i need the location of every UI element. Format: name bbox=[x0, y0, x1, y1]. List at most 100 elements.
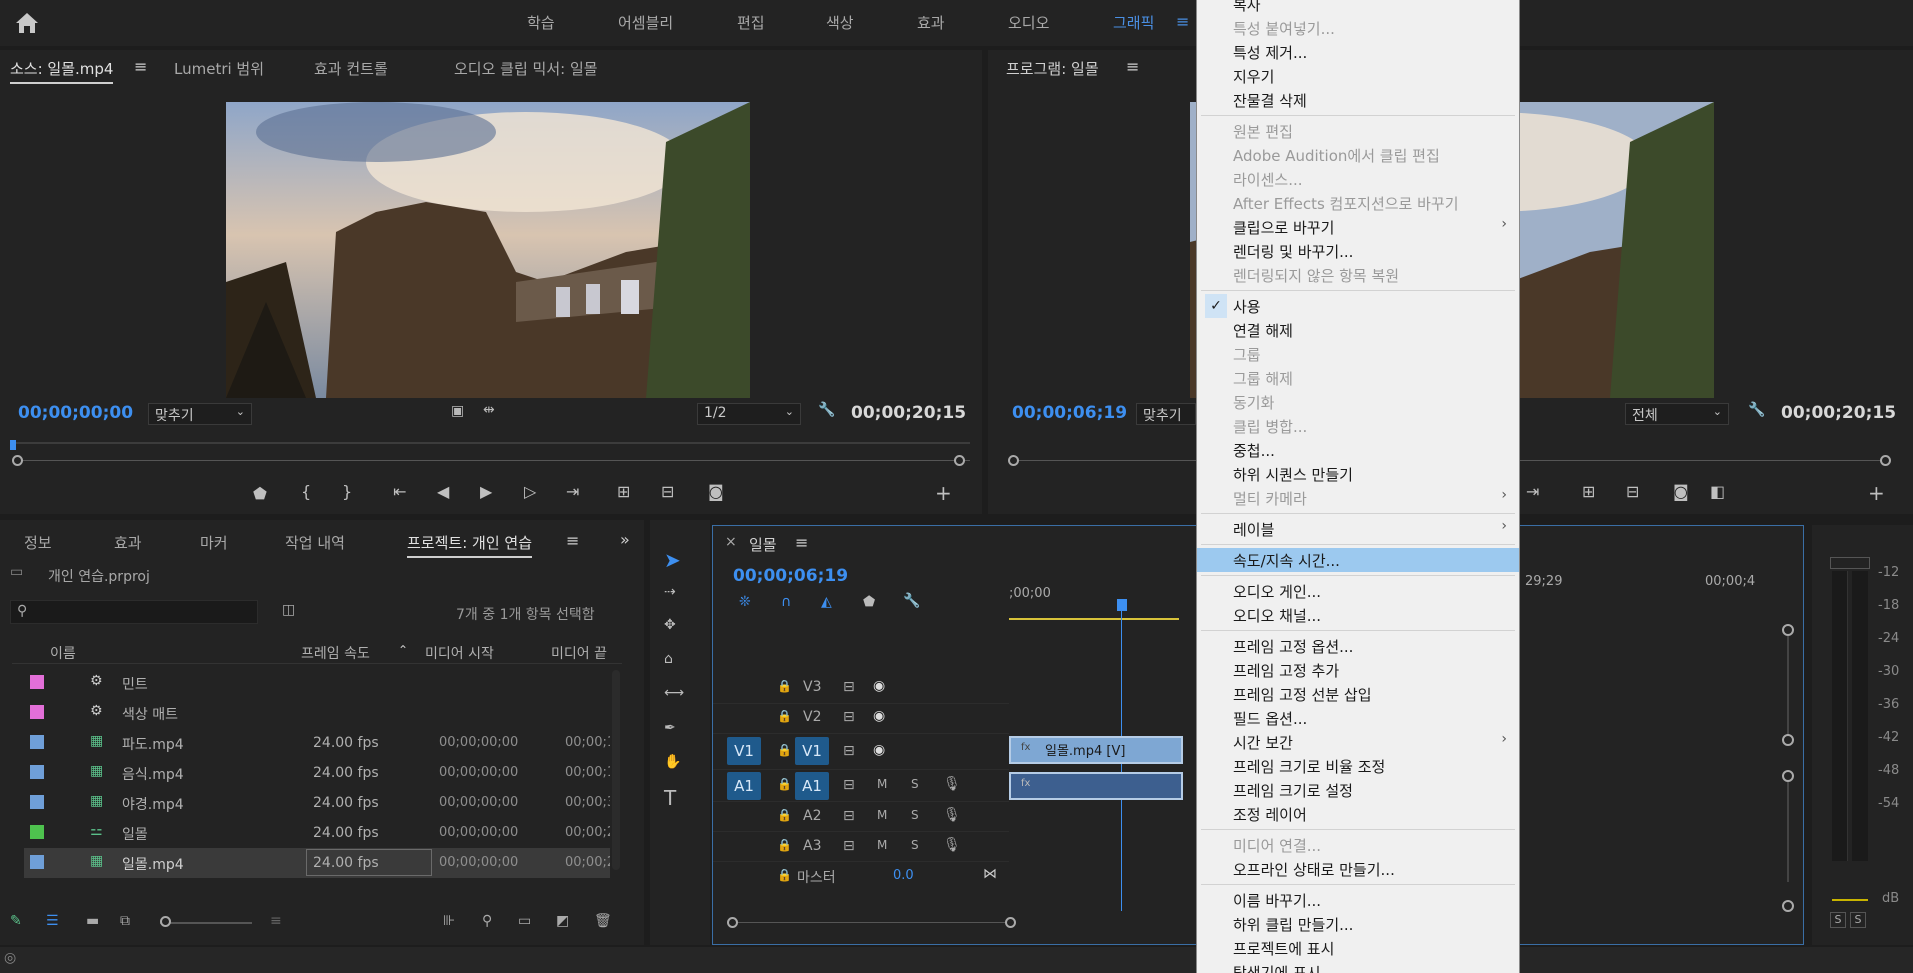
label-color-swatch[interactable] bbox=[30, 705, 44, 719]
lock-icon[interactable]: 🔒 bbox=[777, 808, 792, 822]
menu-item[interactable]: ✓ 사용 bbox=[1197, 294, 1519, 318]
source-fit-dropdown[interactable]: 맞추기 ⌄ bbox=[148, 403, 252, 425]
comparison-view-icon[interactable]: ◧ bbox=[1710, 482, 1725, 501]
eye-icon[interactable]: ◉ bbox=[873, 742, 885, 758]
list-item[interactable]: ▦ 음식.mp4 24.00 fps 00;00;00;00 00;00;15 bbox=[24, 758, 610, 788]
menu-item[interactable]: 프레임 고정 선분 삽입 bbox=[1197, 682, 1519, 706]
timeline-audio-clip[interactable]: fx bbox=[1009, 772, 1183, 800]
source-patch-v1[interactable]: V1 bbox=[727, 737, 761, 765]
mute-button[interactable]: M bbox=[877, 838, 887, 852]
program-timecode[interactable]: 00;00;06;19 bbox=[1012, 403, 1127, 423]
mute-button[interactable]: M bbox=[877, 808, 887, 822]
mark-in-icon[interactable]: { bbox=[301, 482, 311, 501]
source-patch-a1[interactable]: A1 bbox=[727, 772, 761, 800]
eye-icon[interactable]: ◉ bbox=[873, 708, 885, 724]
go-to-in-icon[interactable]: ⇤ bbox=[393, 482, 406, 501]
go-to-previous-edit-icon[interactable]: ⋈ bbox=[983, 866, 997, 882]
list-item[interactable]: ⚍ 일몰 24.00 fps 00;00;00;00 00;00;20 bbox=[24, 818, 610, 848]
workspace-menu-icon[interactable]: ≡ bbox=[1176, 12, 1189, 31]
drag-video-icon[interactable]: ⇹ bbox=[483, 402, 495, 418]
column-media-start[interactable]: 미디어 시작 bbox=[425, 643, 494, 663]
label-color-swatch[interactable] bbox=[30, 795, 44, 809]
menu-item[interactable]: 레이블 › bbox=[1197, 517, 1519, 541]
sync-lock-icon[interactable]: ⊟ bbox=[843, 743, 855, 759]
pencil-icon[interactable]: ✎ bbox=[10, 913, 22, 929]
linked-selection-icon[interactable]: ◭ bbox=[821, 594, 832, 610]
lock-icon[interactable]: 🔒 bbox=[777, 709, 792, 723]
menu-item[interactable]: 지우기 bbox=[1197, 64, 1519, 88]
workspace-tab-assembly[interactable]: 어셈블리 bbox=[618, 12, 673, 33]
label-color-swatch[interactable] bbox=[30, 825, 44, 839]
lock-icon[interactable]: 🔒 bbox=[777, 838, 792, 852]
master-volume-value[interactable]: 0.0 bbox=[893, 868, 914, 883]
panel-menu-icon[interactable]: ≡ bbox=[795, 533, 808, 552]
home-icon[interactable] bbox=[14, 11, 40, 35]
tab-history[interactable]: 작업 내역 bbox=[285, 532, 345, 553]
video-scroll-handle-top[interactable] bbox=[1782, 624, 1794, 636]
list-item[interactable]: ▦ 야경.mp4 24.00 fps 00;00;00;00 00;00;36 bbox=[24, 788, 610, 818]
add-marker-icon[interactable]: ⬟ bbox=[863, 594, 875, 610]
label-color-swatch[interactable] bbox=[30, 855, 44, 869]
mark-out-icon[interactable]: } bbox=[342, 482, 352, 501]
menu-item[interactable]: 복사 bbox=[1197, 0, 1519, 16]
column-media-end[interactable]: 미디어 끝 bbox=[551, 643, 607, 663]
menu-item[interactable]: 프레임 크기로 설정 bbox=[1197, 778, 1519, 802]
go-to-out-icon[interactable]: ⇥ bbox=[566, 482, 579, 501]
workspace-tab-effects[interactable]: 효과 bbox=[917, 12, 945, 33]
icon-view-icon[interactable]: ▬ bbox=[86, 913, 99, 929]
sequence-tab[interactable]: 일몰 bbox=[749, 534, 777, 555]
extract-icon[interactable]: ⊟ bbox=[1626, 482, 1639, 501]
tab-source[interactable]: 소스: 일몰.mp4 bbox=[10, 58, 114, 84]
label-color-swatch[interactable] bbox=[30, 675, 44, 689]
menu-item[interactable]: 필드 옵션... bbox=[1197, 706, 1519, 730]
insert-icon[interactable]: ⊞ bbox=[617, 482, 630, 501]
label-color-swatch[interactable] bbox=[30, 765, 44, 779]
razor-tool-icon[interactable]: ⌂ bbox=[664, 651, 673, 667]
menu-item[interactable]: 조정 레이어 bbox=[1197, 802, 1519, 826]
menu-item[interactable]: 탐색기에 표시... bbox=[1197, 960, 1519, 973]
lock-icon[interactable]: 🔒 bbox=[777, 868, 792, 882]
tab-effect-controls[interactable]: 효과 컨트롤 bbox=[314, 58, 388, 79]
menu-item[interactable]: 시간 보간 › bbox=[1197, 730, 1519, 754]
workspace-tab-color[interactable]: 색상 bbox=[826, 12, 854, 33]
tab-effects[interactable]: 효과 bbox=[114, 532, 142, 553]
menu-item[interactable]: 하위 시퀀스 만들기 bbox=[1197, 462, 1519, 486]
zoom-slider-handle[interactable] bbox=[160, 916, 171, 927]
plus-icon[interactable]: + bbox=[935, 481, 952, 505]
video-tracks-scrollbar[interactable] bbox=[1787, 636, 1789, 736]
workspace-tab-graphics[interactable]: 그래픽 bbox=[1113, 12, 1154, 33]
solo-button[interactable]: S bbox=[911, 777, 919, 791]
workspace-tab-editing[interactable]: 편집 bbox=[737, 12, 765, 33]
timeline-video-clip[interactable]: fx 일몰.mp4 [V] bbox=[1009, 736, 1183, 764]
timeline-timecode[interactable]: 00;00;06;19 bbox=[733, 566, 848, 586]
wrench-icon[interactable]: 🔧 bbox=[818, 402, 835, 418]
nest-toggle-icon[interactable]: ❊ bbox=[739, 594, 751, 610]
microphone-icon[interactable]: 🎙 bbox=[943, 837, 961, 853]
camera-icon[interactable]: ◙ bbox=[1673, 482, 1689, 501]
overwrite-icon[interactable]: ⊟ bbox=[661, 482, 674, 501]
solo-button[interactable]: S bbox=[911, 808, 919, 822]
zoom-handle-left[interactable] bbox=[1008, 455, 1019, 466]
zoom-handle-left[interactable] bbox=[12, 455, 23, 466]
go-to-out-icon[interactable]: ⇥ bbox=[1526, 482, 1539, 501]
panel-menu-icon[interactable]: ≡ bbox=[134, 57, 147, 76]
zoom-slider[interactable] bbox=[160, 922, 252, 924]
workspace-tab-audio[interactable]: 오디오 bbox=[1008, 12, 1049, 33]
list-item[interactable]: ▦ 파도.mp4 24.00 fps 00;00;00;00 00;00;17 bbox=[24, 728, 610, 758]
sync-lock-icon[interactable]: ⊟ bbox=[843, 709, 855, 725]
menu-item[interactable]: 연결 해제 bbox=[1197, 318, 1519, 342]
solo-left-button[interactable]: S bbox=[1830, 912, 1846, 928]
lock-icon[interactable]: 🔒 bbox=[777, 777, 792, 791]
lock-icon[interactable]: 🔒 bbox=[777, 743, 792, 757]
sort-ascending-icon[interactable]: ⌃ bbox=[398, 643, 408, 657]
column-name[interactable]: 이름 bbox=[50, 643, 76, 663]
panel-menu-icon[interactable]: ≡ bbox=[1126, 57, 1139, 76]
ripple-edit-tool-icon[interactable]: ✥ bbox=[664, 617, 676, 633]
tab-lumetri-scopes[interactable]: Lumetri 범위 bbox=[174, 58, 264, 79]
microphone-icon[interactable]: 🎙 bbox=[943, 807, 961, 823]
settings-box-icon[interactable]: ▣ bbox=[451, 403, 464, 419]
track-target-v1[interactable]: V1 bbox=[795, 737, 829, 765]
timeline-zoom-bar[interactable] bbox=[731, 922, 1011, 923]
zoom-handle-right[interactable] bbox=[1880, 455, 1891, 466]
source-resolution-dropdown[interactable]: 1/2 ⌄ bbox=[697, 403, 801, 425]
